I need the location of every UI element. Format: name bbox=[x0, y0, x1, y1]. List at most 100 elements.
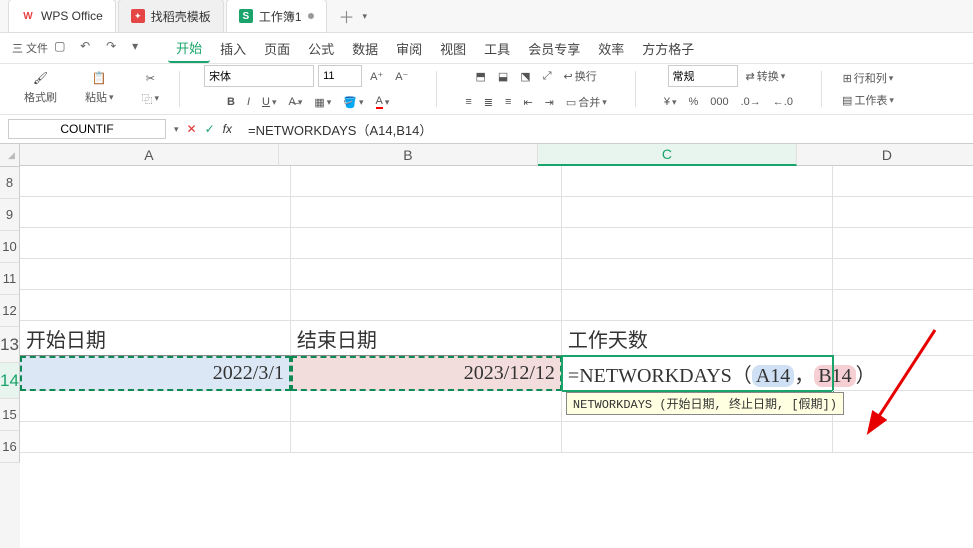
cell[interactable] bbox=[562, 166, 833, 197]
name-box[interactable] bbox=[8, 119, 166, 139]
dec-dec-icon[interactable]: ←.0 bbox=[769, 94, 797, 110]
indent-inc-icon[interactable]: ⇥ bbox=[541, 94, 558, 111]
cut-icon[interactable]: ✂ bbox=[142, 70, 159, 87]
menu-efficiency[interactable]: 效率 bbox=[590, 35, 632, 62]
row-header[interactable]: 10 bbox=[0, 231, 20, 263]
cell[interactable] bbox=[562, 422, 833, 453]
menu-home[interactable]: 开始 bbox=[168, 34, 210, 63]
tab-workbook[interactable]: S 工作簿1 bbox=[226, 0, 327, 33]
menu-page[interactable]: 页面 bbox=[256, 35, 298, 62]
font-name-select[interactable] bbox=[204, 65, 314, 87]
font-size-select[interactable] bbox=[318, 65, 362, 87]
cell[interactable] bbox=[833, 228, 973, 259]
convert-button[interactable]: ⇄转换▾ bbox=[742, 66, 790, 86]
row-header[interactable]: 13 bbox=[0, 327, 20, 363]
cell[interactable] bbox=[291, 166, 562, 197]
align-top-icon[interactable]: ⬒ bbox=[471, 68, 489, 85]
decrease-font-icon[interactable]: A⁻ bbox=[391, 68, 412, 85]
cell[interactable] bbox=[20, 391, 291, 422]
row-header[interactable]: 9 bbox=[0, 199, 20, 231]
row-header[interactable]: 12 bbox=[0, 295, 20, 327]
cell[interactable] bbox=[20, 166, 291, 197]
align-right-icon[interactable]: ≡ bbox=[501, 94, 515, 110]
cell[interactable] bbox=[833, 290, 973, 321]
new-tab-button[interactable]: ＋ bbox=[335, 2, 359, 30]
font-color-icon[interactable]: A▾ bbox=[372, 93, 394, 111]
cell[interactable] bbox=[20, 197, 291, 228]
row-header[interactable]: 15 bbox=[0, 399, 20, 431]
file-menu[interactable]: 三 文件 bbox=[8, 38, 52, 58]
cell[interactable]: 2022/3/1 bbox=[20, 356, 291, 391]
menu-formula[interactable]: 公式 bbox=[300, 35, 342, 62]
cell[interactable] bbox=[562, 290, 833, 321]
menu-review[interactable]: 审阅 bbox=[388, 35, 430, 62]
cell[interactable] bbox=[833, 356, 973, 391]
tab-app[interactable]: W WPS Office bbox=[8, 0, 116, 33]
undo-icon[interactable]: ↶ bbox=[80, 39, 98, 57]
cell[interactable] bbox=[291, 422, 562, 453]
cell[interactable] bbox=[562, 228, 833, 259]
strike-icon[interactable]: A̶▾ bbox=[285, 94, 307, 110]
border-icon[interactable]: ▦▾ bbox=[310, 94, 335, 111]
menu-data[interactable]: 数据 bbox=[344, 35, 386, 62]
cell[interactable] bbox=[291, 259, 562, 290]
col-header[interactable]: A bbox=[20, 144, 279, 166]
rowcol-button[interactable]: ⊞ 行和列▾ bbox=[839, 68, 898, 88]
cell[interactable]: 2023/12/12 bbox=[291, 356, 562, 391]
merge-button[interactable]: ▭合并▾ bbox=[562, 92, 611, 112]
qat-more-icon[interactable]: ▾ bbox=[132, 39, 150, 57]
row-header[interactable]: 8 bbox=[0, 167, 20, 199]
row-header[interactable]: 11 bbox=[0, 263, 20, 295]
currency-icon[interactable]: ¥▾ bbox=[660, 94, 681, 110]
row-header[interactable]: 16 bbox=[0, 431, 20, 463]
cell[interactable] bbox=[833, 321, 973, 356]
cell[interactable] bbox=[833, 197, 973, 228]
cell[interactable] bbox=[20, 259, 291, 290]
cell[interactable]: 开始日期 bbox=[20, 321, 291, 356]
save-icon[interactable]: ▢ bbox=[54, 39, 72, 57]
cell[interactable]: 结束日期 bbox=[291, 321, 562, 356]
fill-color-icon[interactable]: 🪣▾ bbox=[339, 94, 367, 111]
cell[interactable]: 工作天数 bbox=[562, 321, 833, 356]
align-bot-icon[interactable]: ⬔ bbox=[516, 68, 534, 85]
cell[interactable] bbox=[20, 228, 291, 259]
indent-dec-icon[interactable]: ⇤ bbox=[519, 94, 536, 111]
col-header[interactable]: D bbox=[797, 144, 973, 166]
number-format-select[interactable] bbox=[668, 65, 738, 87]
format-painter-icon[interactable]: 🖌 bbox=[33, 71, 48, 85]
row-header[interactable]: 14 bbox=[0, 363, 20, 399]
menu-member[interactable]: 会员专享 bbox=[520, 35, 588, 62]
cell[interactable] bbox=[291, 228, 562, 259]
redo-icon[interactable]: ↷ bbox=[106, 39, 124, 57]
italic-icon[interactable]: I bbox=[243, 94, 254, 110]
col-header[interactable]: B bbox=[279, 144, 538, 166]
sheet-button[interactable]: ▤ 工作表▾ bbox=[838, 90, 898, 110]
wrap-button[interactable]: ↩换行 bbox=[560, 66, 601, 86]
active-cell[interactable]: =NETWORKDAYS（A14，B14） NETWORKDAYS (开始日期,… bbox=[562, 356, 833, 391]
cell[interactable] bbox=[833, 259, 973, 290]
orientation-icon[interactable]: ⤢ bbox=[539, 68, 556, 85]
select-all-corner[interactable]: ◢ bbox=[0, 144, 20, 167]
underline-icon[interactable]: U▾ bbox=[258, 94, 280, 110]
cell[interactable] bbox=[291, 197, 562, 228]
cell[interactable] bbox=[833, 391, 973, 422]
tab-template-store[interactable]: ✦ 找稻壳模板 bbox=[118, 0, 224, 33]
dec-inc-icon[interactable]: .0→ bbox=[737, 94, 765, 110]
cell[interactable] bbox=[833, 422, 973, 453]
copy-icon[interactable]: ⿻▾ bbox=[138, 89, 164, 109]
menu-insert[interactable]: 插入 bbox=[212, 35, 254, 62]
cell[interactable] bbox=[562, 259, 833, 290]
bold-icon[interactable]: B bbox=[223, 94, 239, 110]
comma-icon[interactable]: 000 bbox=[706, 94, 732, 110]
cell[interactable] bbox=[562, 197, 833, 228]
menu-ffgz[interactable]: 方方格子 bbox=[634, 35, 702, 62]
paste-icon[interactable]: 📋 bbox=[92, 71, 107, 85]
cell[interactable] bbox=[291, 290, 562, 321]
align-center-icon[interactable]: ≣ bbox=[480, 94, 497, 111]
align-mid-icon[interactable]: ⬓ bbox=[494, 68, 512, 85]
col-header[interactable]: C bbox=[538, 144, 797, 166]
cell[interactable] bbox=[20, 290, 291, 321]
menu-view[interactable]: 视图 bbox=[432, 35, 474, 62]
percent-icon[interactable]: % bbox=[684, 94, 702, 110]
menu-tools[interactable]: 工具 bbox=[476, 35, 518, 62]
